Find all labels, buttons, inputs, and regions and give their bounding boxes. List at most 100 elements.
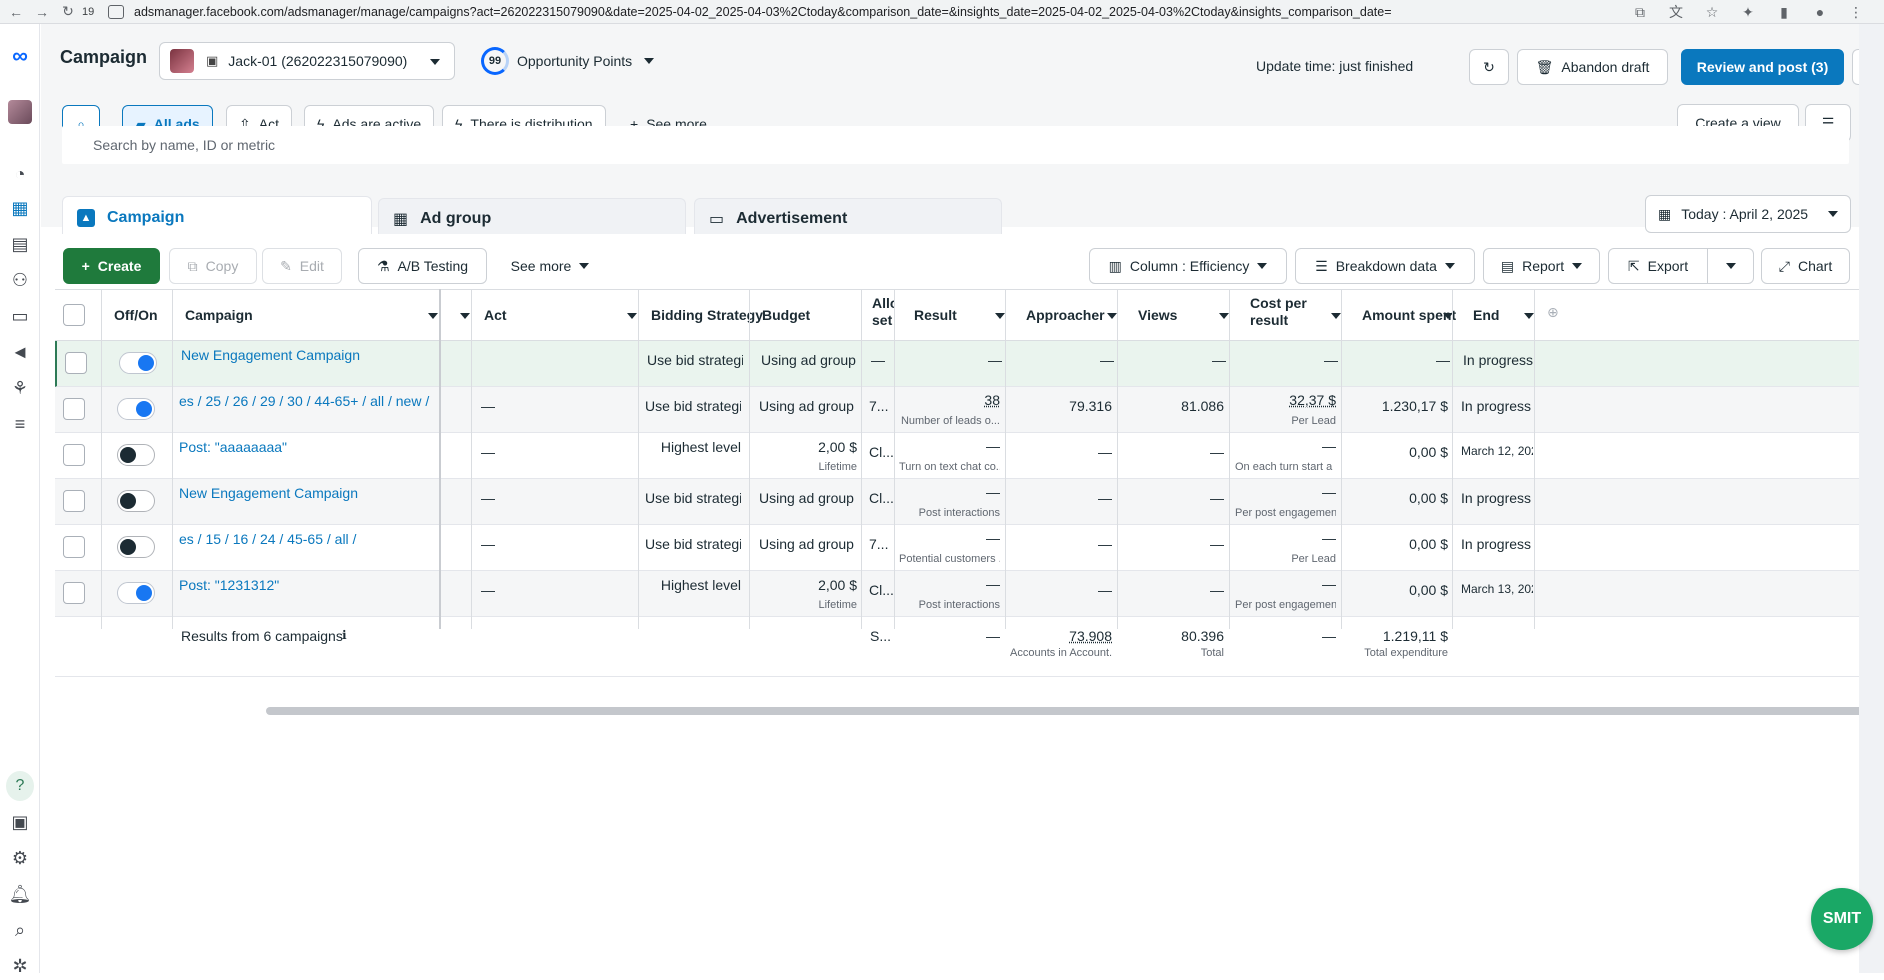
table-row[interactable]: es / 15 / 16 / 24 / 45-65 / all / — Use … [55,525,1859,571]
smit-chat-button[interactable]: SMIT [1811,888,1873,950]
audiences-icon[interactable]: ⚇ [6,266,34,294]
date-range-picker[interactable]: ▦ Today : April 2, 2025 [1645,195,1851,233]
table-row[interactable]: es / 25 / 26 / 29 / 30 / 44-65+ / all / … [55,387,1859,433]
settings-gear-icon[interactable]: ⚙ [6,844,34,872]
vertical-scrollbar-track[interactable] [1859,24,1884,973]
all-tools-menu-icon[interactable]: ≡ [6,410,34,438]
install-icon[interactable]: ⧉ [1632,4,1648,20]
breakdown-button[interactable]: ☰ Breakdown data [1295,248,1475,284]
header-views[interactable]: Views [1138,307,1177,323]
campaign-toggle[interactable] [117,444,155,466]
tab-campaign[interactable]: ▲ Campaign [62,196,372,238]
back-icon[interactable]: ← [6,2,26,22]
create-button[interactable]: + Create [63,248,160,284]
abandon-draft-button[interactable]: 🗑︎ Abandon draft [1517,49,1668,85]
sort-chevron-icon[interactable] [460,313,470,319]
table-row[interactable]: New Engagement Campaign — Use bid strate… [55,479,1859,525]
report-button[interactable]: ▤ Report [1483,248,1600,284]
billing-card-icon[interactable]: ▭ [6,302,34,330]
tab-advertisement[interactable]: ▭ Advertisement [694,198,1002,238]
campaign-name-link[interactable]: Post: "aaaaaaaa" [179,439,434,455]
side-panel-icon[interactable]: ▮ [1776,4,1792,20]
campaign-toggle[interactable] [119,352,157,374]
sort-chevron-icon[interactable] [428,313,438,319]
sort-chevron-icon[interactable] [1219,313,1229,319]
sort-chevron-icon[interactable] [1524,313,1534,319]
campaign-name-link[interactable]: New Engagement Campaign [181,347,436,363]
reload-icon[interactable]: ↻ [58,2,78,22]
row-checkbox[interactable] [63,582,85,604]
account-avatar[interactable] [6,98,34,126]
pages-icon[interactable]: ▤ [6,230,34,258]
header-result[interactable]: Result [914,307,957,323]
campaign-toggle[interactable] [117,582,155,604]
opportunity-score[interactable]: 99 Opportunity Points [481,47,655,75]
profile-icon[interactable]: ● [1812,4,1828,20]
row-checkbox[interactable] [63,398,85,420]
ab-testing-button[interactable]: ⚗ A/B Testing [358,248,487,284]
extensions-icon[interactable]: ✦ [1740,4,1756,20]
refresh-button[interactable]: ↻ [1469,49,1509,85]
header-offon[interactable]: Off/On [114,307,158,323]
more-options-button[interactable] [1852,49,1859,85]
edit-button[interactable]: ✎ Edit [262,248,342,284]
campaign-name-link[interactable]: es / 15 / 16 / 24 / 45-65 / all / [179,531,434,547]
review-and-post-button[interactable]: Review and post (3) [1681,49,1844,85]
sort-chevron-icon[interactable] [1331,313,1341,319]
campaign-name-link[interactable]: Post: "1231312" [179,577,434,593]
search-input[interactable]: Search by name, ID or metric [62,126,1849,164]
megaphone-icon[interactable]: ◄ [6,338,34,366]
campaign-name-link[interactable]: es / 25 / 26 / 29 / 30 / 44-65+ / all / … [179,393,434,409]
export-button[interactable]: ⇱ Export [1608,248,1708,284]
header-cost-per-result[interactable]: Cost per result [1250,295,1330,329]
business-users-icon[interactable]: ⚘ [6,374,34,402]
campaign-toggle[interactable] [117,490,155,512]
row-checkbox[interactable] [63,536,85,558]
dashboard-icon[interactable]: ◔ [6,160,34,188]
sort-chevron-icon[interactable] [1107,313,1117,319]
info-icon[interactable]: ℹ [342,628,347,642]
browser-menu-icon[interactable]: ⋮ [1848,4,1864,20]
header-end[interactable]: End [1473,307,1499,323]
sort-chevron-icon[interactable] [995,313,1005,319]
header-budget[interactable]: Budget [762,307,810,323]
copy-button[interactable]: ⧉ Copy [169,248,257,284]
tab-ad-group[interactable]: ▦ Ad group [378,198,686,238]
header-bidding-strategy[interactable]: Bidding Strategy [651,307,763,323]
add-column-icon[interactable]: ⊕ [1547,304,1559,321]
campaign-toggle[interactable] [117,398,155,420]
row-checkbox[interactable] [63,490,85,512]
chart-button[interactable]: ⤢ Chart [1761,248,1850,284]
campaign-toggle[interactable] [117,536,155,558]
ad-account-selector[interactable]: ▣ Jack-01 (262022315079090) [159,42,455,80]
bug-report-icon[interactable]: ✲ [6,952,34,980]
search-icon[interactable]: ⌕ [6,916,34,944]
translate-icon[interactable]: 文 [1668,4,1684,20]
table-row[interactable]: Post: "aaaaaaaa" — Highest level 2,00 $ … [55,433,1859,479]
ads-manager-table-icon[interactable]: ▦ [6,194,34,222]
forward-icon[interactable]: → [32,2,52,22]
header-campaign[interactable]: Campaign [185,307,253,323]
address-bar[interactable]: adsmanager.facebook.com/adsmanager/manag… [134,5,1534,19]
row-checkbox[interactable] [65,352,87,374]
table-row[interactable]: Post: "1231312" — Highest level 2,00 $ L… [55,571,1859,617]
notifications-bell-icon[interactable]: 🔔︎ [6,880,34,908]
horizontal-scrollbar[interactable] [266,707,1884,715]
reports-icon[interactable]: ▣ [6,808,34,836]
sort-chevron-icon[interactable] [627,313,637,319]
site-info-icon[interactable] [108,4,124,19]
header-act[interactable]: Act [484,307,507,323]
meta-logo-icon[interactable]: ∞ [6,42,34,70]
bookmark-star-icon[interactable]: ☆ [1704,4,1720,20]
header-allocation-set[interactable]: Allocation set [872,295,894,329]
help-icon[interactable]: ? [6,771,34,801]
header-amount-spent[interactable]: Amount spent [1362,307,1456,323]
export-dropdown-button[interactable] [1707,248,1754,284]
toolbar-see-more-button[interactable]: See more [500,248,600,284]
select-all-checkbox[interactable] [63,304,85,326]
table-row[interactable]: New Engagement Campaign Use bid strategi… [55,341,1859,387]
columns-button[interactable]: ▥ Column : Efficiency [1089,248,1287,284]
campaign-name-link[interactable]: New Engagement Campaign [179,485,434,501]
header-approacher[interactable]: Approacher [1026,307,1105,323]
row-checkbox[interactable] [63,444,85,466]
